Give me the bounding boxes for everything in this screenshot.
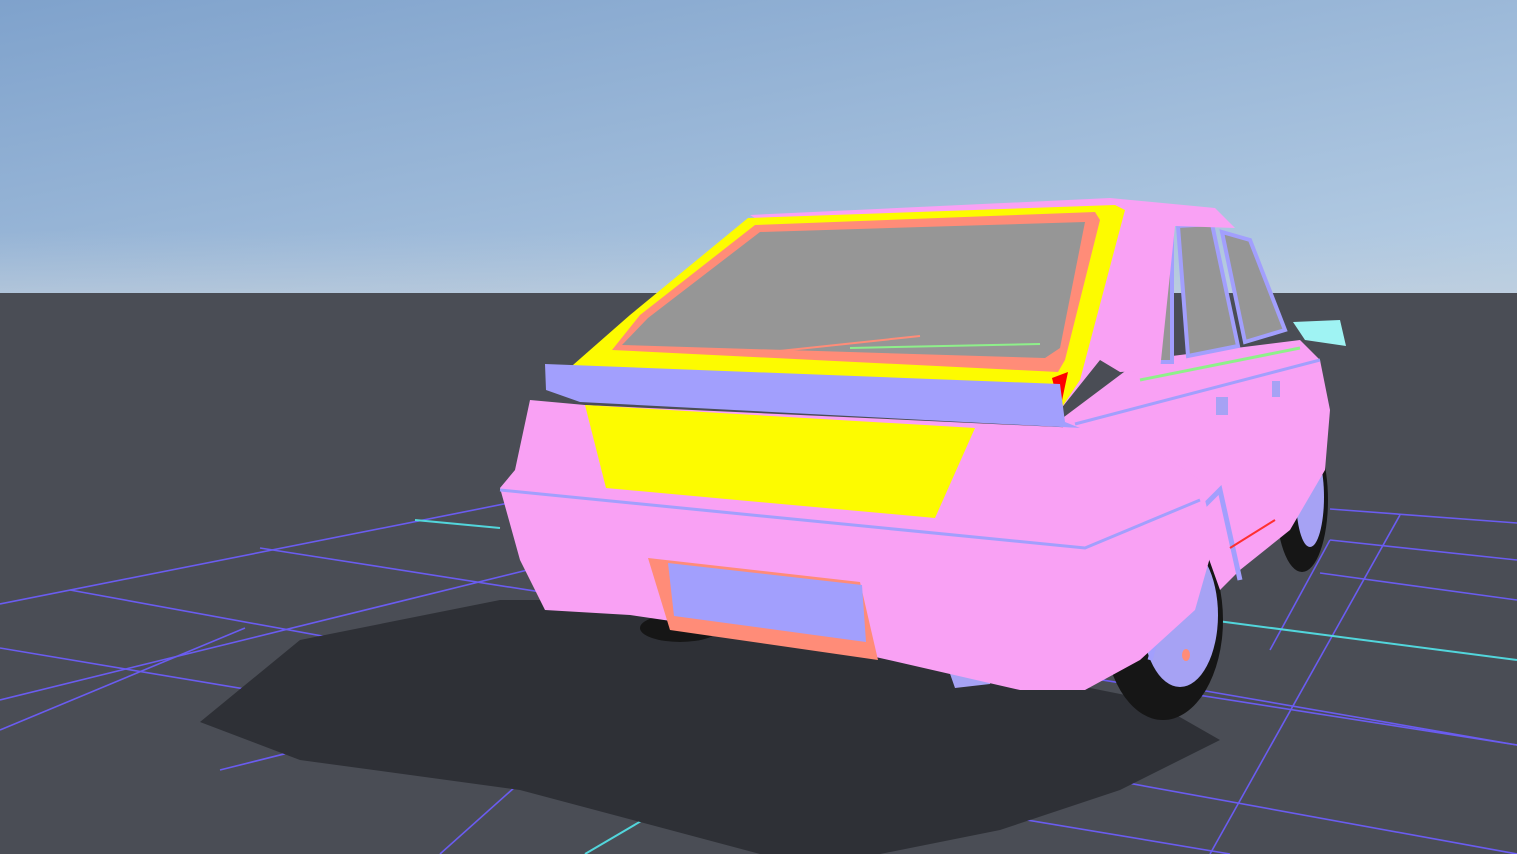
door-handle-rear: [1216, 397, 1228, 415]
3d-viewport[interactable]: [0, 0, 1517, 854]
door-handle-front: [1272, 381, 1280, 397]
scene-render: [0, 0, 1517, 854]
